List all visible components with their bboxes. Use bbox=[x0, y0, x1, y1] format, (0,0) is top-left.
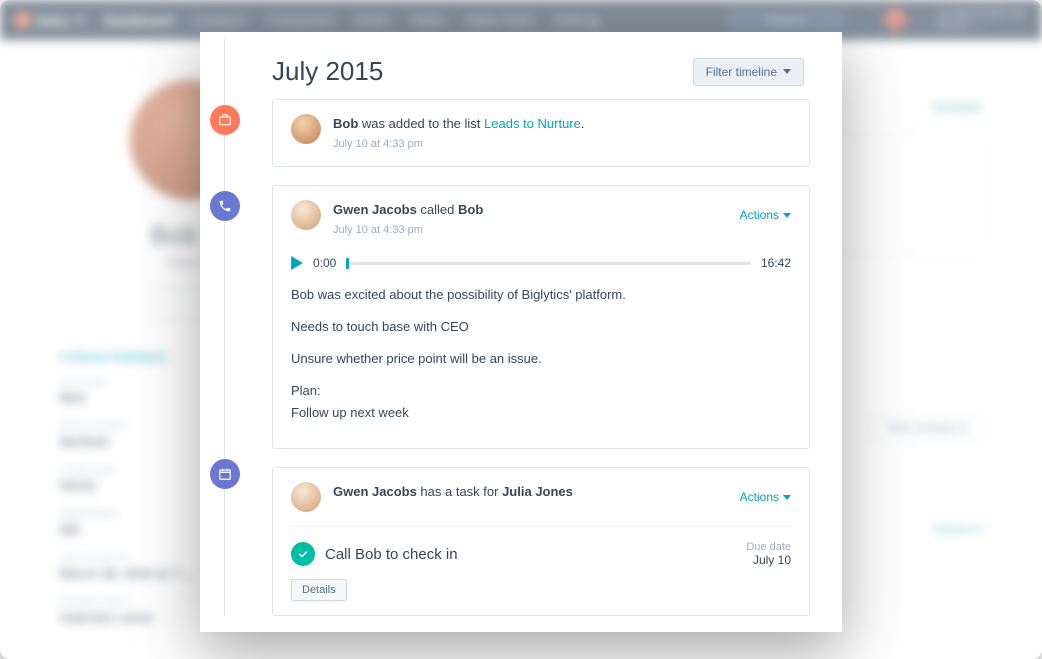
actor-name: Gwen Jacobs bbox=[333, 202, 417, 217]
avatar bbox=[291, 200, 321, 230]
nav-sales-tools[interactable]: Sales Tools bbox=[466, 13, 532, 28]
target-name: Bob bbox=[458, 202, 483, 217]
actions-button[interactable]: Actions bbox=[740, 490, 791, 504]
timestamp: July 10 at 4:33 pm bbox=[333, 222, 791, 239]
nav-tasks[interactable]: Tasks bbox=[411, 13, 444, 28]
details-button[interactable]: Details bbox=[291, 579, 347, 601]
task-complete-icon[interactable] bbox=[291, 542, 315, 566]
calendar-icon bbox=[210, 459, 240, 489]
nav-settings[interactable]: Settings bbox=[554, 13, 601, 28]
call-notes: Bob was excited about the possibility of… bbox=[291, 284, 791, 424]
actor-name: Gwen Jacobs bbox=[333, 484, 417, 499]
timestamp: July 10 at 4:33 pm bbox=[333, 136, 791, 153]
nav-dashboard[interactable]: Dashboard bbox=[105, 13, 173, 28]
user-avatar[interactable] bbox=[885, 9, 907, 31]
bg-filter-chip[interactable]: Filter timeline ▾ bbox=[871, 414, 982, 442]
audio-player[interactable]: 0:00 16:42 bbox=[291, 256, 791, 270]
task-due: Due date July 10 bbox=[746, 541, 791, 567]
brand-logo: Sales ▾ bbox=[16, 12, 83, 28]
audio-playhead[interactable] bbox=[346, 258, 349, 269]
nav-deals[interactable]: Deals bbox=[356, 13, 389, 28]
nav-companies[interactable]: Companies bbox=[268, 13, 334, 28]
play-icon[interactable] bbox=[291, 256, 303, 270]
search-input[interactable]: Search bbox=[727, 9, 845, 31]
audio-current-time: 0:00 bbox=[313, 256, 336, 270]
timeline-card-list-add: Bob was added to the list Leads to Nurtu… bbox=[272, 99, 810, 167]
actor-name: Bob bbox=[333, 116, 358, 131]
target-name: Julia Jones bbox=[502, 484, 573, 499]
timeline-modal: July 2015 Filter timeline Bob was added … bbox=[200, 32, 842, 632]
timeline-month-title: July 2015 bbox=[272, 56, 383, 87]
avatar bbox=[291, 482, 321, 512]
timeline-card-call: Actions Gwen Jacobs called Bob July 10 a… bbox=[272, 185, 810, 449]
filter-timeline-button[interactable]: Filter timeline bbox=[693, 58, 804, 86]
timeline-card-task: Actions Gwen Jacobs has a task for Julia… bbox=[272, 467, 810, 616]
phone-icon bbox=[210, 191, 240, 221]
briefcase-icon bbox=[210, 105, 240, 135]
account-info: user@example.comHub ID: --- bbox=[937, 8, 1026, 32]
audio-total-time: 16:42 bbox=[761, 256, 791, 270]
task-title: Call Bob to check in bbox=[325, 546, 736, 563]
avatar bbox=[291, 114, 321, 144]
list-link[interactable]: Leads to Nurture bbox=[484, 116, 581, 131]
nav-contacts[interactable]: Contacts bbox=[194, 13, 245, 28]
audio-track[interactable] bbox=[346, 262, 751, 265]
actions-button[interactable]: Actions bbox=[740, 208, 791, 222]
